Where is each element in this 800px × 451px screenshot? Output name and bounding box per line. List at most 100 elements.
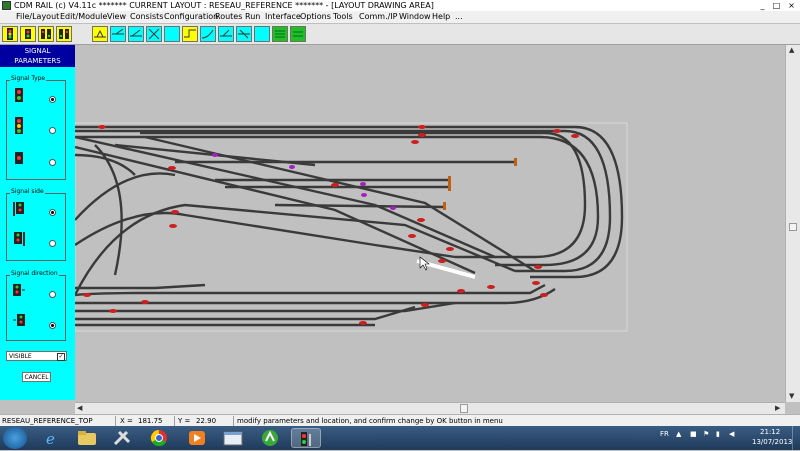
media-player-icon[interactable] [182, 428, 212, 448]
signal-type-option-3[interactable] [49, 159, 56, 166]
track-switch-tool-icon[interactable] [128, 26, 144, 42]
tray-expand-icon[interactable]: ▲ [676, 430, 681, 438]
menu-routes[interactable]: Routes [215, 11, 242, 23]
status-divider [115, 416, 116, 426]
signal-2-aspect-tool-icon[interactable] [20, 26, 36, 42]
scroll-up-icon[interactable]: ▲ [789, 45, 794, 55]
status-x-value: 181.75 [138, 417, 163, 425]
signal-marker [438, 259, 446, 263]
track-bottom-6 [75, 283, 206, 290]
buffer-stops [443, 158, 517, 210]
status-layout-name: RESEAU_REFERENCE_TOP [2, 417, 93, 425]
tools-app-icon[interactable] [107, 428, 137, 448]
menu-interface[interactable]: Interface [265, 11, 301, 23]
signal-marker [487, 285, 495, 289]
signal-marker [534, 265, 542, 269]
track-curve-tool-icon[interactable] [200, 26, 216, 42]
window-app-icon[interactable] [218, 428, 248, 448]
signal-double-tool-icon[interactable] [56, 26, 72, 42]
signal-type-option-1[interactable] [49, 96, 56, 103]
menu-window[interactable]: Window [399, 11, 431, 23]
menu-run[interactable]: Run [245, 11, 260, 23]
track-cross-tool-icon[interactable] [236, 26, 252, 42]
signal-change-tool-icon[interactable] [38, 26, 54, 42]
signal-marker [571, 134, 579, 138]
maximize-button[interactable]: □ [771, 1, 782, 10]
menu-configuration[interactable]: Configuration [164, 11, 218, 23]
language-indicator[interactable]: FR [660, 430, 669, 438]
tray-flag-icon[interactable]: ⚑ [703, 430, 709, 438]
block-green-tool-icon-2[interactable] [290, 26, 306, 42]
show-desktop-button[interactable] [792, 426, 800, 450]
signal-type-option-2[interactable] [49, 127, 56, 134]
svg-text:e: e [46, 430, 55, 448]
close-button[interactable]: × [786, 1, 797, 10]
internet-explorer-icon[interactable]: e [37, 428, 67, 448]
signal-direction-reverse-icon [12, 312, 26, 330]
signal-side-left-radio[interactable] [49, 209, 56, 216]
scroll-right-icon[interactable]: ▶ [775, 403, 780, 413]
menu-consists[interactable]: Consists [130, 11, 163, 23]
signal-marker [141, 300, 149, 304]
signal-direction-reverse-radio[interactable] [49, 322, 56, 329]
track-straight-tool-icon[interactable] [182, 26, 198, 42]
track-diagonal-4 [144, 135, 536, 273]
menu-file-layout[interactable]: File/Layout [16, 11, 59, 23]
blank-tool-icon[interactable] [164, 26, 180, 42]
horizontal-scrollbar[interactable]: ◀ ▶ [75, 402, 785, 414]
menu-help[interactable]: Help [432, 11, 450, 23]
visible-checkbox[interactable]: ✓ [57, 353, 65, 361]
selected-marker [360, 182, 366, 186]
chrome-icon[interactable] [144, 428, 174, 448]
track-junction-tool-icon[interactable] [218, 26, 234, 42]
scroll-left-icon[interactable]: ◀ [77, 403, 82, 413]
volume-icon[interactable]: ◀ [729, 430, 734, 438]
title-bar: CDM RAIL (c) V4.11c ******* CURRENT LAYO… [0, 0, 800, 11]
menu-more[interactable]: ... [455, 11, 463, 23]
menu-tools[interactable]: Tools [333, 11, 353, 23]
track-delete-tool-icon[interactable] [146, 26, 162, 42]
signal-type-label: Signal Type [10, 75, 47, 82]
track-layout-canvas[interactable] [75, 45, 785, 402]
scroll-down-icon[interactable]: ▼ [789, 391, 794, 401]
visible-option[interactable]: VISIBLE ✓ [6, 351, 67, 361]
signal-3-aspect-tool-icon[interactable] [2, 26, 18, 42]
track-split-tool-icon[interactable] [110, 26, 126, 42]
blank-tool-icon-2[interactable] [254, 26, 270, 42]
signal-direction-label: Signal direction [10, 270, 59, 277]
clock-time[interactable]: 21:12 [760, 428, 780, 436]
signal-marker [408, 234, 416, 238]
file-explorer-icon[interactable] [72, 428, 102, 448]
tray-app-icon[interactable]: ■ [690, 430, 697, 438]
track-loop-2 [75, 129, 612, 273]
menu-comm-ip[interactable]: Comm./IP [359, 11, 398, 23]
menu-view[interactable]: View [107, 11, 126, 23]
cdm-rail-task-icon[interactable] [291, 428, 321, 448]
signal-direction-forward-radio[interactable] [49, 291, 56, 298]
green-app-icon[interactable] [255, 428, 285, 448]
clock-date[interactable]: 13/07/2013 [752, 438, 792, 446]
vertical-scroll-thumb[interactable] [789, 223, 797, 231]
start-button-icon[interactable] [3, 427, 27, 449]
visible-label: VISIBLE [9, 353, 32, 360]
track-curve-3 [75, 211, 456, 259]
app-icon [2, 1, 11, 10]
status-divider [233, 416, 234, 426]
menu-edit-module[interactable]: Edit/Module [60, 11, 107, 23]
menu-options[interactable]: Options [300, 11, 331, 23]
vertical-scrollbar[interactable]: ▲ ▼ [785, 45, 800, 402]
status-bar: RESEAU_REFERENCE_TOP X = 181.75 Y = 22.9… [0, 414, 800, 426]
signal-marker [411, 140, 419, 144]
signal-side-right-radio[interactable] [49, 240, 56, 247]
signal-marker [169, 224, 177, 228]
track-draw-tool-icon[interactable] [92, 26, 108, 42]
taskbar: e FR ▲ ■ ⚑ ▮ ◀ 21:12 13/07/2013 [0, 426, 800, 450]
panel-title-line2: PARAMETERS [14, 57, 61, 65]
cancel-button[interactable]: CANCEL [22, 372, 51, 382]
layout-drawing-area[interactable] [75, 45, 785, 402]
network-icon[interactable]: ▮ [716, 430, 720, 438]
block-green-tool-icon[interactable] [272, 26, 288, 42]
horizontal-scroll-thumb[interactable] [460, 404, 468, 413]
signal-marker [446, 247, 454, 251]
minimize-button[interactable]: _ [757, 1, 768, 10]
